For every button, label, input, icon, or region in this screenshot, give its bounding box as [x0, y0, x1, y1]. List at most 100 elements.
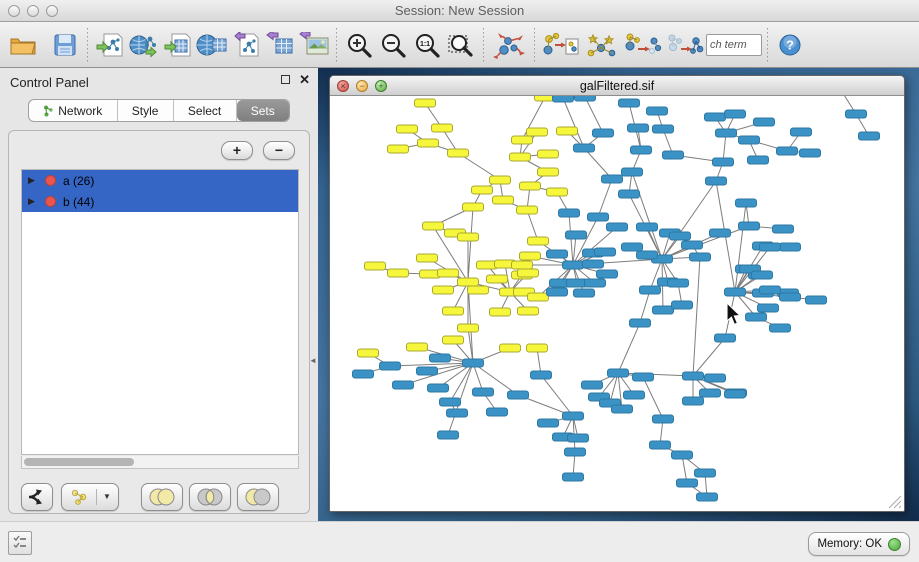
graph-node[interactable]	[715, 334, 736, 342]
graph-node[interactable]	[559, 209, 580, 217]
search-input[interactable]	[706, 34, 762, 56]
close-panel-button[interactable]: ✕	[299, 75, 310, 84]
graph-node[interactable]	[585, 279, 606, 287]
graph-node[interactable]	[407, 343, 428, 351]
graph-node[interactable]	[500, 344, 521, 352]
network-canvas[interactable]	[330, 96, 904, 511]
graph-node[interactable]	[553, 96, 574, 102]
split-set-button[interactable]	[21, 483, 53, 511]
graph-node[interactable]	[388, 269, 409, 277]
tab-sets[interactable]: Sets	[237, 100, 290, 121]
graph-node[interactable]	[754, 118, 775, 126]
scrollbar-thumb[interactable]	[24, 458, 134, 466]
task-history-button[interactable]	[8, 531, 32, 555]
import-network-web-button[interactable]	[127, 27, 161, 63]
graph-node[interactable]	[705, 374, 726, 382]
graph-node[interactable]	[846, 110, 867, 118]
graph-node[interactable]	[622, 168, 643, 176]
graph-node[interactable]	[432, 124, 453, 132]
graph-node[interactable]	[563, 412, 584, 420]
graph-node[interactable]	[468, 286, 489, 294]
graph-node[interactable]	[487, 275, 508, 283]
graph-node[interactable]	[458, 278, 479, 286]
graph-node[interactable]	[683, 397, 704, 405]
graph-node[interactable]	[388, 145, 409, 153]
graph-node[interactable]	[760, 286, 781, 294]
graph-node[interactable]	[758, 304, 779, 312]
tab-select[interactable]: Select	[174, 100, 237, 121]
graph-node[interactable]	[520, 252, 541, 260]
graph-node[interactable]	[736, 199, 757, 207]
select-first-neighbors-button[interactable]	[582, 27, 622, 63]
import-network-file-button[interactable]	[93, 27, 127, 63]
graph-node[interactable]	[653, 125, 674, 133]
graph-node[interactable]	[358, 349, 379, 357]
graph-node[interactable]	[417, 367, 438, 375]
new-network-from-selection-button[interactable]	[540, 27, 582, 63]
graph-node[interactable]	[637, 223, 658, 231]
graph-node[interactable]	[415, 99, 436, 107]
zoom-window-button[interactable]	[46, 5, 58, 17]
graph-node[interactable]	[528, 237, 549, 245]
graph-node[interactable]	[380, 362, 401, 370]
add-set-button[interactable]: +	[221, 141, 253, 160]
dropdown-arrow-icon[interactable]: ▼	[96, 489, 111, 505]
graph-node[interactable]	[527, 128, 548, 136]
graph-node[interactable]	[725, 110, 746, 118]
maximize-view-button[interactable]: +	[375, 80, 387, 92]
union-sets-button[interactable]	[141, 483, 183, 511]
graph-node[interactable]	[647, 107, 668, 115]
graph-node[interactable]	[777, 147, 798, 155]
graph-node[interactable]	[510, 153, 531, 161]
graph-node[interactable]	[458, 233, 479, 241]
apply-layout-button[interactable]	[489, 27, 529, 63]
graph-node[interactable]	[547, 188, 568, 196]
graph-node[interactable]	[428, 384, 449, 392]
graph-node[interactable]	[512, 136, 533, 144]
sets-horizontal-scrollbar[interactable]	[21, 456, 299, 469]
graph-node[interactable]	[574, 289, 595, 297]
graph-node[interactable]	[705, 113, 726, 121]
zoom-in-button[interactable]	[342, 27, 376, 63]
open-session-button[interactable]	[6, 27, 40, 63]
graph-node[interactable]	[443, 307, 464, 315]
graph-node[interactable]	[752, 271, 773, 279]
network-graph[interactable]	[330, 96, 904, 511]
close-window-button[interactable]	[8, 5, 20, 17]
minimize-window-button[interactable]	[27, 5, 39, 17]
graph-node[interactable]	[547, 288, 568, 296]
graph-node[interactable]	[619, 190, 640, 198]
graph-node[interactable]	[487, 408, 508, 416]
create-set-from-network-button[interactable]: ▼	[61, 483, 119, 511]
graph-node[interactable]	[725, 288, 746, 296]
graph-node[interactable]	[670, 232, 691, 240]
graph-node[interactable]	[746, 313, 767, 321]
graph-node[interactable]	[773, 225, 794, 233]
graph-node[interactable]	[563, 473, 584, 481]
graph-node[interactable]	[440, 398, 461, 406]
graph-node[interactable]	[637, 251, 658, 259]
graph-node[interactable]	[438, 431, 459, 439]
graph-node[interactable]	[512, 261, 533, 269]
graph-node[interactable]	[472, 186, 493, 194]
graph-node[interactable]	[490, 176, 511, 184]
set-list-item[interactable]: ▶ b (44)	[22, 191, 298, 212]
graph-node[interactable]	[430, 354, 451, 362]
graph-node[interactable]	[557, 127, 578, 135]
graph-node[interactable]	[619, 99, 640, 107]
network-view-window[interactable]: × − + galFiltered.sif	[329, 75, 905, 512]
graph-node[interactable]	[563, 261, 584, 269]
set-list-item[interactable]: ▶ a (26)	[22, 170, 298, 191]
graph-node[interactable]	[612, 405, 633, 413]
graph-node[interactable]	[806, 296, 827, 304]
zoom-selected-region-button[interactable]	[444, 27, 478, 63]
graph-node[interactable]	[780, 243, 801, 251]
graph-node[interactable]	[568, 434, 589, 442]
graph-node[interactable]	[493, 196, 514, 204]
difference-sets-button[interactable]	[237, 483, 279, 511]
graph-node[interactable]	[739, 222, 760, 230]
memory-status-button[interactable]: Memory: OK	[808, 532, 910, 556]
graph-node[interactable]	[800, 149, 821, 157]
graph-node[interactable]	[423, 222, 444, 230]
hide-selected-button[interactable]	[622, 27, 664, 63]
